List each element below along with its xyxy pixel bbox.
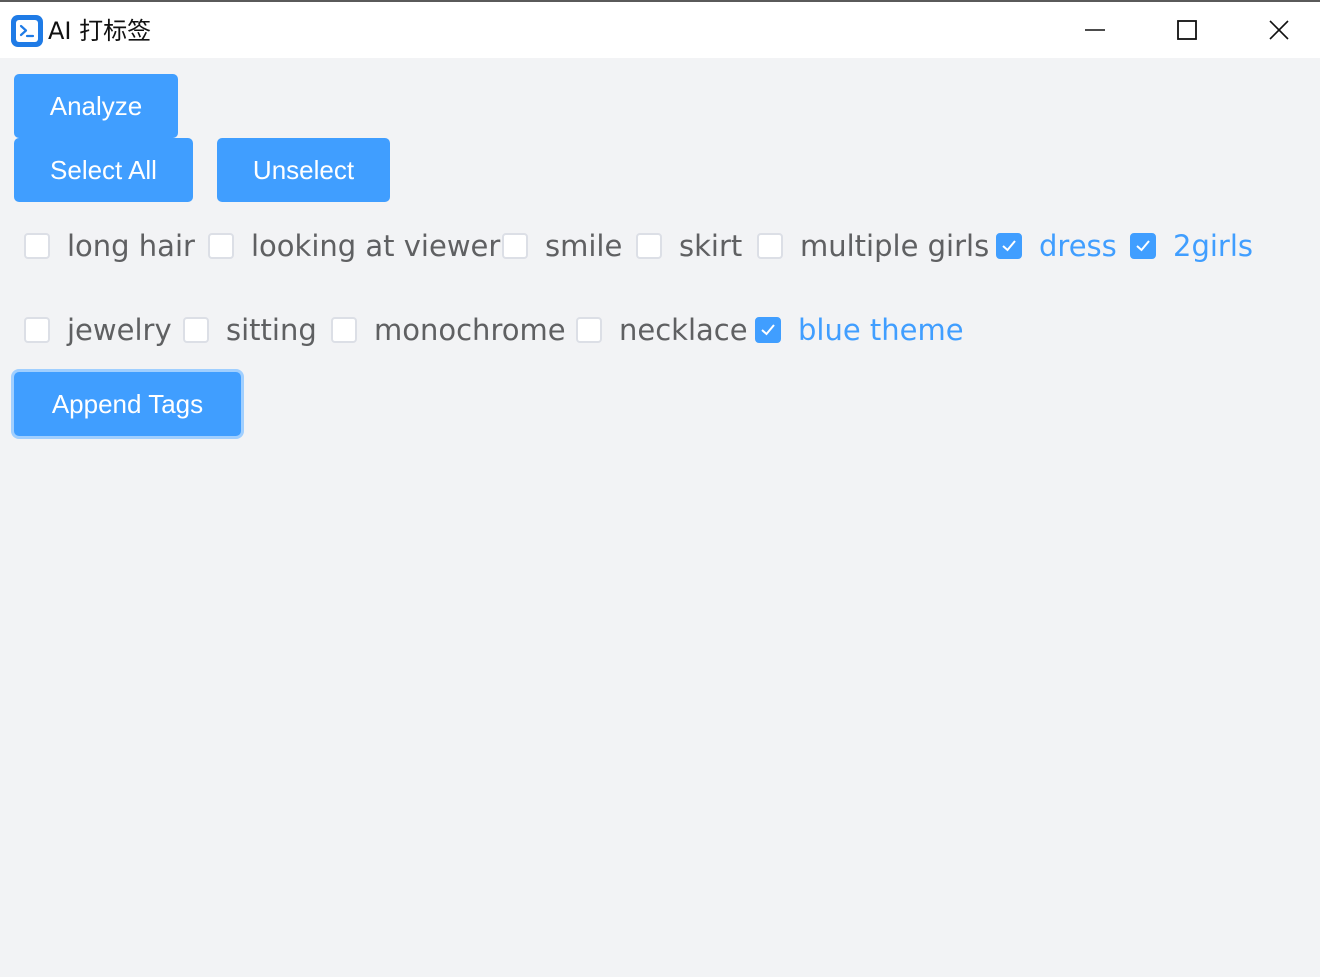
- unselect-button[interactable]: Unselect: [217, 138, 390, 202]
- checkbox-box[interactable]: [996, 233, 1022, 259]
- tag-label: smile: [545, 229, 623, 263]
- tag-checkbox-smile[interactable]: smile: [502, 226, 622, 266]
- tag-checkbox-blue-theme[interactable]: blue theme: [755, 310, 964, 350]
- tag-label: jewelry: [67, 313, 172, 347]
- tag-checkbox-jewelry[interactable]: jewelry: [24, 310, 172, 350]
- select-all-button[interactable]: Select All: [14, 138, 193, 202]
- checkbox-box[interactable]: [576, 317, 602, 343]
- checkbox-box[interactable]: [755, 317, 781, 343]
- minimize-button[interactable]: [1049, 2, 1141, 58]
- checkbox-box[interactable]: [502, 233, 528, 259]
- minimize-icon: [1085, 29, 1105, 31]
- tag-label: dress: [1039, 229, 1117, 263]
- analyze-button[interactable]: Analyze: [14, 74, 178, 138]
- tag-label: sitting: [226, 313, 317, 347]
- tag-checkbox-looking-at-viewer[interactable]: looking at viewer: [208, 226, 500, 266]
- checkbox-box[interactable]: [1130, 233, 1156, 259]
- tag-label: necklace: [619, 313, 748, 347]
- tag-label: looking at viewer: [251, 229, 501, 263]
- close-button[interactable]: [1233, 2, 1320, 58]
- window-title: AI 打标签: [48, 17, 152, 45]
- tag-checkbox-monochrome[interactable]: monochrome: [331, 310, 566, 350]
- checkbox-box[interactable]: [636, 233, 662, 259]
- terminal-app-icon: [11, 15, 43, 47]
- checkbox-box[interactable]: [757, 233, 783, 259]
- tag-checkbox-multiple-girls[interactable]: multiple girls: [757, 226, 989, 266]
- checkbox-box[interactable]: [24, 317, 50, 343]
- tag-label: long hair: [67, 229, 195, 263]
- title-bar[interactable]: AI 打标签: [0, 2, 1320, 58]
- tag-checkbox-long-hair[interactable]: long hair: [24, 226, 195, 266]
- tag-checkbox-2girls[interactable]: 2girls: [1130, 226, 1253, 266]
- tag-checkbox-skirt[interactable]: skirt: [636, 226, 742, 266]
- check-icon: [761, 324, 775, 336]
- tag-label: blue theme: [798, 313, 964, 347]
- append-tags-button[interactable]: Append Tags: [14, 372, 241, 436]
- maximize-button[interactable]: [1141, 2, 1233, 58]
- tag-label: 2girls: [1173, 229, 1254, 263]
- tag-checkbox-necklace[interactable]: necklace: [576, 310, 748, 350]
- tag-label: multiple girls: [800, 229, 990, 263]
- checkbox-box[interactable]: [208, 233, 234, 259]
- close-icon: [1269, 20, 1289, 40]
- tag-label: monochrome: [374, 313, 566, 347]
- maximize-icon: [1177, 20, 1197, 40]
- tag-label: skirt: [679, 229, 743, 263]
- check-icon: [1136, 240, 1150, 252]
- tag-checkbox-sitting[interactable]: sitting: [183, 310, 317, 350]
- checkbox-box[interactable]: [331, 317, 357, 343]
- checkbox-box[interactable]: [183, 317, 209, 343]
- app-window: AI 打标签 Analyze Select All Unselect long …: [0, 0, 1320, 977]
- tag-checkbox-dress[interactable]: dress: [996, 226, 1117, 266]
- checkbox-box[interactable]: [24, 233, 50, 259]
- check-icon: [1002, 240, 1016, 252]
